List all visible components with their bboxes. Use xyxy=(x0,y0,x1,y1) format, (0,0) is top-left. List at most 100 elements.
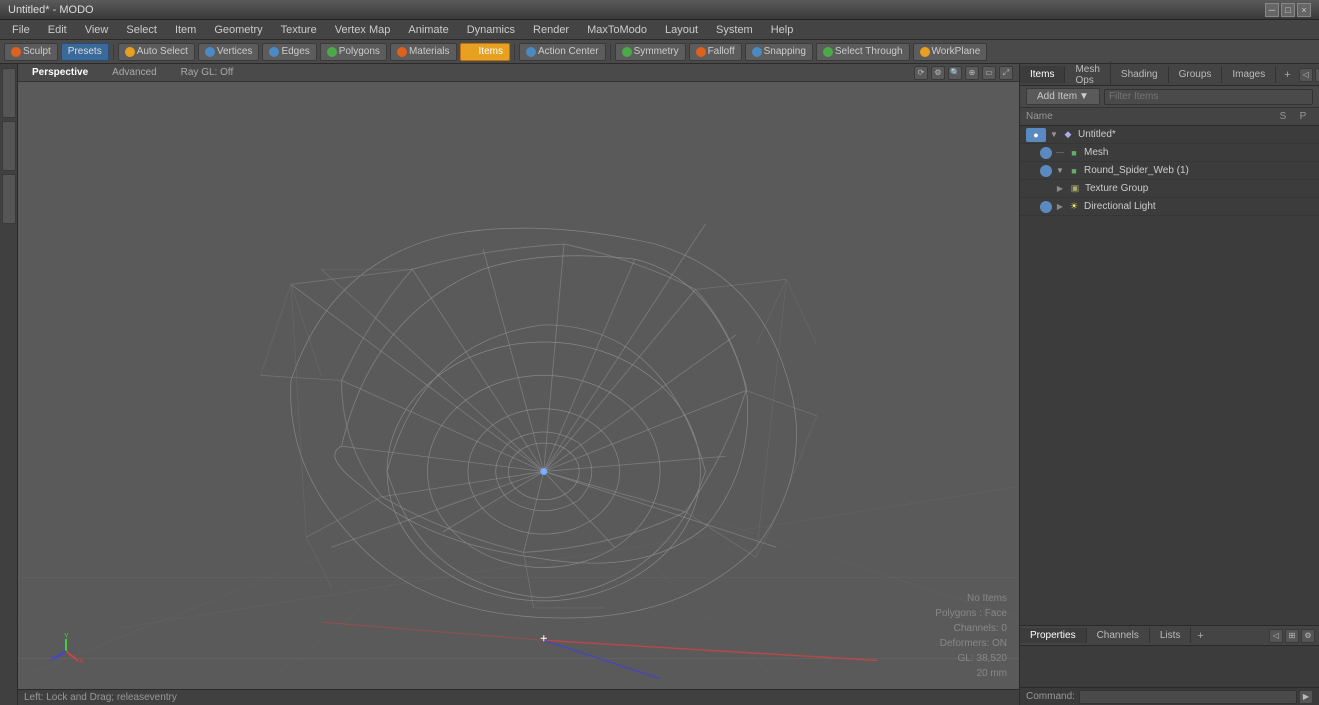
viewport-tab-raygl[interactable]: Ray GL: Off xyxy=(173,67,242,78)
axis-indicator: X Y Z xyxy=(48,633,84,669)
tree-row-untitled[interactable]: ● ▼ ◆ Untitled* xyxy=(1020,126,1319,144)
viewport-canvas[interactable]: No Items Polygons : Face Channels: 0 Def… xyxy=(18,82,1019,689)
tree-row-texture-group[interactable]: ▶ ▣ Texture Group xyxy=(1020,180,1319,198)
tab-shading[interactable]: Shading xyxy=(1111,66,1169,83)
title-bar-controls: ─ □ × xyxy=(1265,3,1311,17)
gl-text: GL: 38,520 xyxy=(935,651,1007,666)
workplane-button[interactable]: WorkPlane xyxy=(913,43,988,61)
viewport-icon-3[interactable]: 🔍 xyxy=(948,66,962,80)
command-run-button[interactable]: ▶ xyxy=(1299,690,1313,704)
separator-2 xyxy=(514,44,515,60)
viewport-expand-icon[interactable]: ⤢ xyxy=(999,66,1013,80)
menu-dynamics[interactable]: Dynamics xyxy=(459,22,523,38)
scene-tree-wrapper: ● ▼ ◆ Untitled* — ■ Mesh xyxy=(1020,126,1319,625)
tree-expand-mesh[interactable]: — xyxy=(1055,148,1065,158)
right-panel-icon-2[interactable]: ⊞ xyxy=(1315,68,1319,82)
menu-texture[interactable]: Texture xyxy=(273,22,325,38)
menu-item[interactable]: Item xyxy=(167,22,204,38)
app-title: Untitled* - MODO xyxy=(8,4,94,16)
tree-row-name-untitled: Untitled* xyxy=(1078,129,1315,140)
polygons-button[interactable]: Polygons xyxy=(320,43,387,61)
maximize-button[interactable]: □ xyxy=(1281,3,1295,17)
tab-images[interactable]: Images xyxy=(1222,66,1276,83)
action-center-button[interactable]: Action Center xyxy=(519,43,606,61)
edges-button[interactable]: Edges xyxy=(262,43,316,61)
bottom-right-content xyxy=(1020,646,1319,687)
right-panel-icon-1[interactable]: ◁ xyxy=(1299,68,1313,82)
menu-view[interactable]: View xyxy=(77,22,117,38)
falloff-button[interactable]: Falloff xyxy=(689,43,742,61)
menu-system[interactable]: System xyxy=(708,22,761,38)
tree-expand-light[interactable]: ▶ xyxy=(1055,202,1065,212)
br-tab-add[interactable]: + xyxy=(1191,628,1209,644)
polygons-icon xyxy=(327,47,337,57)
vertices-button[interactable]: Vertices xyxy=(198,43,260,61)
menu-help[interactable]: Help xyxy=(763,22,802,38)
close-button[interactable]: × xyxy=(1297,3,1311,17)
left-sidebar-btn-1[interactable] xyxy=(2,68,16,118)
viewport-icon-4[interactable]: ⊕ xyxy=(965,66,979,80)
no-items-text: No Items xyxy=(935,591,1007,606)
menu-render[interactable]: Render xyxy=(525,22,577,38)
viewport-icon-5[interactable]: ▭ xyxy=(982,66,996,80)
tab-groups[interactable]: Groups xyxy=(1169,66,1223,83)
light-item-icon: ☀ xyxy=(1067,200,1081,214)
tree-row-directional-light[interactable]: ▶ ☀ Directional Light xyxy=(1020,198,1319,216)
spider-web-item-icon: ■ xyxy=(1067,164,1081,178)
menu-bar: File Edit View Select Item Geometry Text… xyxy=(0,20,1319,40)
viewport-tab-perspective[interactable]: Perspective xyxy=(24,67,96,78)
minimize-button[interactable]: ─ xyxy=(1265,3,1279,17)
separator-1 xyxy=(113,44,114,60)
edges-icon xyxy=(269,47,279,57)
menu-maxtomodo[interactable]: MaxToModo xyxy=(579,22,655,38)
tree-expand-spider-web[interactable]: ▼ xyxy=(1055,166,1065,176)
viewport-header: Perspective Advanced Ray GL: Off ⟳ ⚙ 🔍 ⊕… xyxy=(18,64,1019,82)
left-sidebar-btn-3[interactable] xyxy=(2,174,16,224)
scene-item-icon: ◆ xyxy=(1061,128,1075,142)
menu-vertex-map[interactable]: Vertex Map xyxy=(327,22,399,38)
tab-items[interactable]: Items xyxy=(1020,66,1065,83)
br-icon-3[interactable]: ⚙ xyxy=(1301,629,1315,643)
tree-expand-texture[interactable]: ▶ xyxy=(1055,184,1065,194)
items-button[interactable]: Items xyxy=(460,43,510,61)
sculpt-button[interactable]: Sculpt xyxy=(4,43,58,61)
light-vis-icon xyxy=(1040,201,1052,213)
command-input[interactable] xyxy=(1079,690,1297,704)
tree-expand-untitled[interactable]: ▼ xyxy=(1049,130,1059,140)
symmetry-button[interactable]: Symmetry xyxy=(615,43,686,61)
select-through-button[interactable]: Select Through xyxy=(816,43,910,61)
br-tab-lists[interactable]: Lists xyxy=(1150,628,1192,643)
tab-mesh-ops[interactable]: Mesh Ops xyxy=(1065,61,1110,89)
tree-row-name-texture-group: Texture Group xyxy=(1085,183,1315,194)
svg-text:X: X xyxy=(79,658,84,665)
br-icon-2[interactable]: ⊞ xyxy=(1285,629,1299,643)
menu-file[interactable]: File xyxy=(4,22,38,38)
snapping-button[interactable]: Snapping xyxy=(745,43,813,61)
viewport-info-overlay: No Items Polygons : Face Channels: 0 Def… xyxy=(935,591,1007,681)
menu-edit[interactable]: Edit xyxy=(40,22,75,38)
tab-add-button[interactable]: + xyxy=(1276,66,1298,84)
mesh-vis-icon xyxy=(1040,147,1052,159)
presets-button[interactable]: Presets xyxy=(61,43,109,61)
scene-tree-main: ● ▼ ◆ Untitled* — ■ Mesh xyxy=(1020,126,1319,625)
viewport-icon-2[interactable]: ⚙ xyxy=(931,66,945,80)
menu-animate[interactable]: Animate xyxy=(400,22,456,38)
scene-tree-header: Name S P xyxy=(1020,108,1319,126)
left-sidebar-btn-2[interactable] xyxy=(2,121,16,171)
tree-row-spider-web[interactable]: ▼ ■ Round_Spider_Web (1) xyxy=(1020,162,1319,180)
add-item-button[interactable]: Add Item ▼ xyxy=(1026,88,1100,105)
viewport-icon-1[interactable]: ⟳ xyxy=(914,66,928,80)
filter-items-input[interactable] xyxy=(1104,89,1313,105)
menu-select[interactable]: Select xyxy=(118,22,165,38)
separator-3 xyxy=(610,44,611,60)
tree-row-mesh[interactable]: — ■ Mesh xyxy=(1020,144,1319,162)
br-tab-properties[interactable]: Properties xyxy=(1020,628,1087,643)
viewport-tab-advanced[interactable]: Advanced xyxy=(104,67,164,78)
materials-button[interactable]: Materials xyxy=(390,43,457,61)
menu-geometry[interactable]: Geometry xyxy=(206,22,270,38)
br-icon-1[interactable]: ◁ xyxy=(1269,629,1283,643)
symmetry-icon xyxy=(622,47,632,57)
menu-layout[interactable]: Layout xyxy=(657,22,706,38)
br-tab-channels[interactable]: Channels xyxy=(1087,628,1150,643)
auto-select-button[interactable]: Auto Select xyxy=(118,43,195,61)
